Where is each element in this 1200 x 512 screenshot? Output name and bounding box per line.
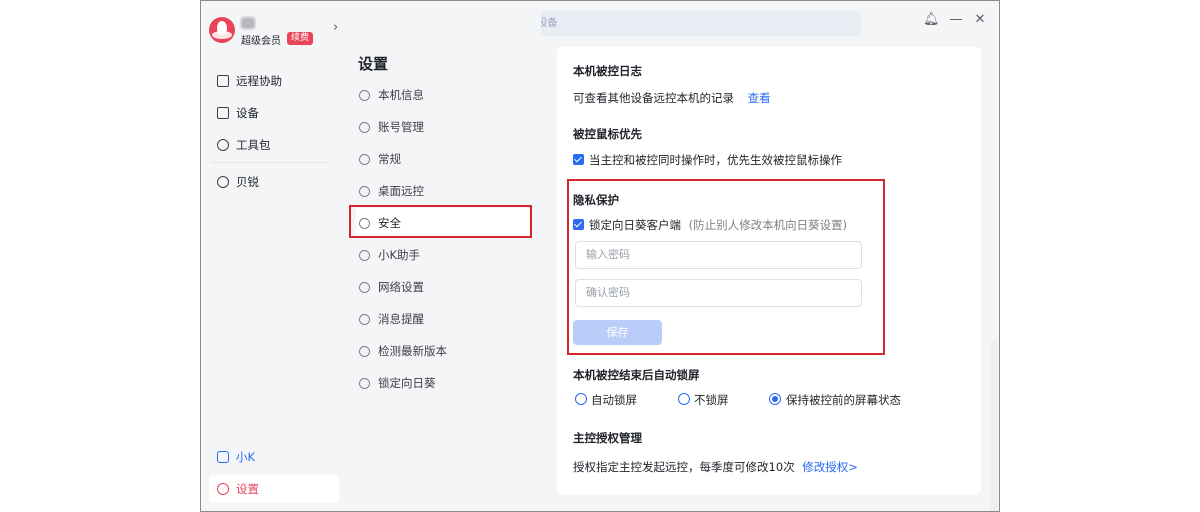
nav-item-label: 贝锐: [236, 175, 259, 189]
menu-item-label: 网络设置: [378, 280, 424, 294]
globe-icon: [359, 281, 370, 293]
assistant-icon: [359, 249, 370, 261]
nav-item-label: 远程协助: [236, 74, 282, 88]
modify-auth-link[interactable]: 修改授权>: [802, 460, 858, 474]
nav-item-assistant[interactable]: 小K: [209, 443, 339, 471]
message-icon: [359, 313, 370, 325]
nav-item-oray[interactable]: 贝锐: [209, 168, 339, 196]
update-icon: [359, 345, 370, 357]
nav-item-label: 工具包: [236, 138, 271, 152]
menu-item-label: 桌面远控: [378, 184, 424, 198]
section-title-auth: 主控授权管理: [573, 431, 642, 445]
minimize-icon[interactable]: —: [949, 13, 963, 27]
menu-item-label: 锁定向日葵: [378, 376, 436, 390]
nav-item-device[interactable]: 设备: [209, 99, 339, 127]
app-window: 超级会员 续费 › 远程协助 设备 工具包 贝锐 小K 设置 🔔︎ — ✕ 设置…: [200, 0, 1000, 512]
menu-item-label: 本机信息: [378, 88, 424, 102]
device-icon: [217, 107, 229, 119]
avatar[interactable]: [209, 17, 235, 43]
close-icon[interactable]: ✕: [973, 13, 987, 27]
section-title-mouse: 被控鼠标优先: [573, 127, 642, 141]
menu-item-messages[interactable]: 消息提醒: [356, 304, 531, 334]
menu-item-label: 小K助手: [378, 248, 421, 262]
radio-label-keep-state: 保持被控前的屏幕状态: [786, 393, 901, 407]
device-info-icon: [359, 89, 370, 101]
radio-keep-state[interactable]: [769, 393, 781, 405]
menu-item-lock[interactable]: 锁定向日葵: [356, 368, 531, 398]
bell-icon[interactable]: 🔔︎: [923, 13, 940, 27]
log-desc-text: 可查看其他设备远控本机的记录: [573, 91, 734, 105]
settings-icon: [217, 483, 229, 495]
user-profile[interactable]: 超级会员 续费 ›: [209, 17, 339, 47]
log-description: 可查看其他设备远控本机的记录 查看: [573, 90, 771, 106]
username-redacted: [241, 17, 255, 29]
settings-menu: 设置 本机信息 账号管理 常规 桌面远控 安全 小K助手 网络设置 消息提醒 检…: [346, 1, 541, 511]
menu-item-general[interactable]: 常规: [356, 144, 531, 174]
auth-description: 授权指定主控发起远控，每季度可修改10次 修改授权>: [573, 459, 858, 475]
radio-no-lock[interactable]: [678, 393, 690, 405]
account-icon: [359, 121, 370, 133]
menu-item-label: 检测最新版本: [378, 344, 447, 358]
menu-item-label: 常规: [378, 152, 401, 166]
menu-item-update[interactable]: 检测最新版本: [356, 336, 531, 366]
privacy-highlight-box: [567, 179, 885, 355]
toolkit-icon: [217, 139, 229, 151]
remote-assist-icon: [217, 75, 229, 87]
mouse-priority-label: 当主控和被控同时操作时，优先生效被控鼠标操作: [589, 153, 842, 167]
chevron-right-icon[interactable]: ›: [333, 21, 341, 34]
lock-icon: [359, 377, 370, 389]
menu-item-account[interactable]: 账号管理: [356, 112, 531, 142]
mouse-priority-checkbox[interactable]: [573, 154, 584, 165]
assistant-icon: [217, 451, 229, 463]
nav-item-label: 小K: [236, 450, 256, 464]
nav-item-settings[interactable]: 设置: [209, 475, 339, 503]
member-label: 超级会员: [241, 36, 281, 47]
radio-label-no-lock: 不锁屏: [694, 393, 729, 407]
oray-icon: [217, 176, 229, 188]
section-title-autolock: 本机被控结束后自动锁屏: [573, 368, 700, 382]
view-log-link[interactable]: 查看: [748, 91, 771, 105]
content-scrollbar[interactable]: [990, 341, 998, 511]
desktop-remote-icon: [359, 185, 370, 197]
menu-item-label: 账号管理: [378, 120, 424, 134]
nav-divider: [211, 162, 328, 163]
auth-desc-text: 授权指定主控发起远控，每季度可修改10次: [573, 460, 795, 474]
menu-item-label: 消息提醒: [378, 312, 424, 326]
menu-item-device-info[interactable]: 本机信息: [356, 80, 531, 110]
section-title-log: 本机被控日志: [573, 64, 642, 78]
security-highlight-box: [349, 205, 532, 238]
menu-item-assistant[interactable]: 小K助手: [356, 240, 531, 270]
menu-item-network[interactable]: 网络设置: [356, 272, 531, 302]
nav-item-remote-assist[interactable]: 远程协助: [209, 67, 339, 95]
radio-label-auto-lock: 自动锁屏: [591, 393, 637, 407]
nav-item-toolkit[interactable]: 工具包: [209, 131, 339, 159]
settings-title: 设置: [358, 55, 389, 73]
menu-item-desktop-remote[interactable]: 桌面远控: [356, 176, 531, 206]
nav-item-label: 设置: [236, 482, 259, 496]
nav-item-label: 设备: [236, 106, 259, 120]
left-nav: 超级会员 续费 › 远程协助 设备 工具包 贝锐 小K 设置: [201, 1, 346, 511]
renew-badge[interactable]: 续费: [287, 32, 314, 45]
general-icon: [359, 153, 370, 165]
radio-auto-lock[interactable]: [575, 393, 587, 405]
